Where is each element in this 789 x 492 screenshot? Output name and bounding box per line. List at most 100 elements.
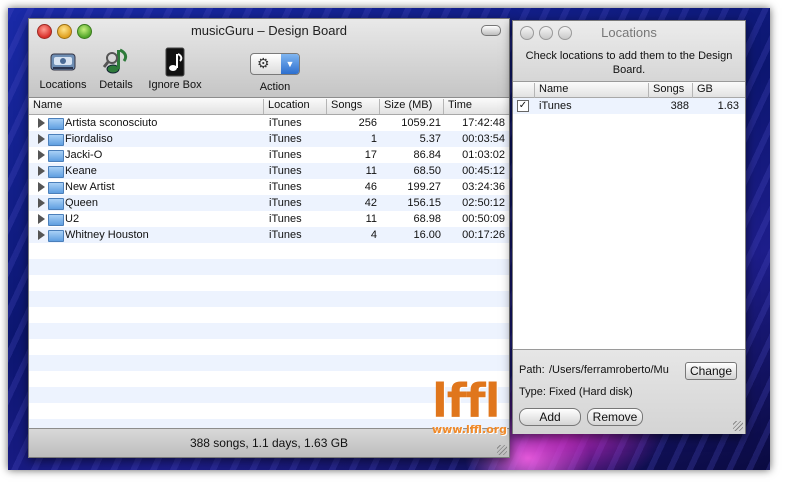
ignore-box-icon	[159, 47, 191, 77]
toolbar-details-label: Details	[99, 79, 133, 91]
artist-time: 00:45:12	[462, 165, 505, 177]
artist-songs: 11	[365, 213, 377, 225]
artist-songs: 17	[364, 149, 377, 161]
column-header-time[interactable]: Time	[444, 99, 509, 114]
location-songs: 388	[670, 100, 689, 112]
location-row[interactable]: ✓ iTunes 388 1.63	[513, 98, 745, 114]
watermark-url: www.lffl.org	[432, 423, 508, 436]
artist-time: 17:42:48	[462, 117, 505, 129]
artist-size: 5.37	[419, 133, 441, 145]
artist-songs: 11	[365, 165, 377, 177]
artist-songs: 46	[364, 181, 377, 193]
artist-size: 199.27	[407, 181, 441, 193]
artist-name: Fiordaliso	[65, 133, 113, 145]
table-row[interactable]: Fiordaliso iTunes 1 5.37 00:03:54	[29, 131, 509, 147]
toolbar-ignore-box-button[interactable]: Ignore Box	[143, 47, 207, 91]
disclosure-triangle-icon[interactable]	[38, 150, 45, 160]
artist-location: iTunes	[269, 165, 302, 177]
artist-location: iTunes	[269, 229, 302, 241]
locations-instructions: Check locations to add them to the Desig…	[525, 50, 733, 76]
disclosure-triangle-icon[interactable]	[38, 230, 45, 240]
watermark-logo: lffl	[432, 374, 501, 428]
add-button[interactable]: Add	[519, 408, 581, 426]
action-popup-button[interactable]: ⚙ ▼	[250, 53, 300, 75]
column-header-location-gb[interactable]: GB	[693, 83, 745, 98]
disclosure-triangle-icon[interactable]	[38, 198, 45, 208]
folder-icon	[48, 230, 64, 242]
toolbar-toggle-button[interactable]	[481, 25, 501, 36]
artist-size: 1059.21	[401, 117, 441, 129]
details-icon	[100, 47, 132, 77]
locations-table: ✓ iTunes 388 1.63	[513, 98, 745, 348]
locations-resize-handle[interactable]	[733, 421, 743, 431]
artist-songs: 4	[370, 229, 377, 241]
table-row[interactable]: U2 iTunes 11 68.98 00:50:09	[29, 211, 509, 227]
folder-icon	[48, 198, 64, 210]
column-header-name[interactable]: Name	[29, 99, 264, 114]
artist-name: Whitney Houston	[65, 229, 149, 241]
artist-location: iTunes	[269, 133, 302, 145]
artist-size: 86.84	[413, 149, 441, 161]
main-toolbar: musicGuru – Design Board Locations Detai…	[29, 19, 509, 98]
artist-songs: 256	[358, 117, 377, 129]
column-header-location[interactable]: Location	[264, 99, 327, 114]
artist-name: Jacki-O	[65, 149, 103, 161]
toolbar-ignore-box-label: Ignore Box	[148, 79, 202, 91]
column-header-location-songs[interactable]: Songs	[649, 83, 693, 98]
column-header-check	[513, 83, 535, 98]
locations-window: Locations Check locations to add them to…	[512, 20, 746, 434]
table-row[interactable]: Artista sconosciuto iTunes 256 1059.21 17:42…	[29, 115, 509, 131]
artist-size: 16.00	[413, 229, 441, 241]
window-title: musicGuru – Design Board	[190, 23, 348, 38]
artist-time: 02:50:12	[462, 197, 505, 209]
artist-name: Artista sconosciuto	[65, 117, 158, 129]
disclosure-triangle-icon[interactable]	[38, 182, 45, 192]
locations-window-title: Locations	[601, 25, 657, 40]
change-path-button[interactable]: Change	[685, 362, 737, 380]
artist-location: iTunes	[269, 197, 302, 209]
location-checkbox[interactable]: ✓	[517, 100, 529, 112]
folder-icon	[48, 182, 64, 194]
location-type: Type: Fixed (Hard disk)	[519, 386, 633, 398]
artist-size: 156.15	[407, 197, 441, 209]
gear-icon: ⚙	[257, 55, 270, 71]
toolbar-locations-button[interactable]: Locations	[37, 47, 89, 91]
table-row[interactable]: New Artist iTunes 46 199.27 03:24:36	[29, 179, 509, 195]
artist-location: iTunes	[269, 213, 302, 225]
disclosure-triangle-icon[interactable]	[38, 214, 45, 224]
column-header-size[interactable]: Size (MB)	[380, 99, 444, 114]
artist-size: 68.50	[413, 165, 441, 177]
disclosure-triangle-icon[interactable]	[38, 118, 45, 128]
disclosure-triangle-icon[interactable]	[38, 166, 45, 176]
folder-icon	[48, 118, 64, 130]
table-row[interactable]: Jacki-O iTunes 17 86.84 01:03:02	[29, 147, 509, 163]
table-row[interactable]: Keane iTunes 11 68.50 00:45:12	[29, 163, 509, 179]
table-row[interactable]: Queen iTunes 42 156.15 02:50:12	[29, 195, 509, 211]
artist-location: iTunes	[269, 149, 302, 161]
toolbar-locations-label: Locations	[39, 79, 87, 91]
table-row[interactable]: Whitney Houston iTunes 4 16.00 00:17:26	[29, 227, 509, 243]
disclosure-triangle-icon[interactable]	[38, 134, 45, 144]
artist-name: Queen	[65, 197, 99, 209]
artist-time: 00:50:09	[462, 213, 505, 225]
chevron-down-icon: ▼	[281, 54, 299, 74]
path-value: /Users/ferramroberto/Mu	[549, 364, 669, 376]
remove-button[interactable]: Remove	[587, 408, 643, 426]
column-header-songs[interactable]: Songs	[327, 99, 380, 114]
artist-location: iTunes	[269, 181, 302, 193]
locations-details-panel: Path: /Users/ferramroberto/Mu Change Typ…	[513, 349, 745, 434]
column-header-location-name[interactable]: Name	[535, 83, 649, 98]
folder-icon	[48, 166, 64, 178]
toolbar-details-button[interactable]: Details	[95, 47, 137, 91]
resize-handle[interactable]	[497, 445, 507, 455]
artist-name: U2	[65, 213, 80, 225]
lffl-watermark: lffl www.lffl.org	[432, 378, 507, 436]
artist-location: iTunes	[269, 117, 302, 129]
folder-icon	[48, 134, 64, 146]
location-gb: 1.63	[717, 100, 739, 112]
artist-songs: 42	[364, 197, 377, 209]
artist-songs: 1	[370, 133, 377, 145]
artist-name: New Artist	[65, 181, 115, 193]
locations-icon	[47, 47, 79, 77]
location-name: iTunes	[539, 100, 572, 112]
